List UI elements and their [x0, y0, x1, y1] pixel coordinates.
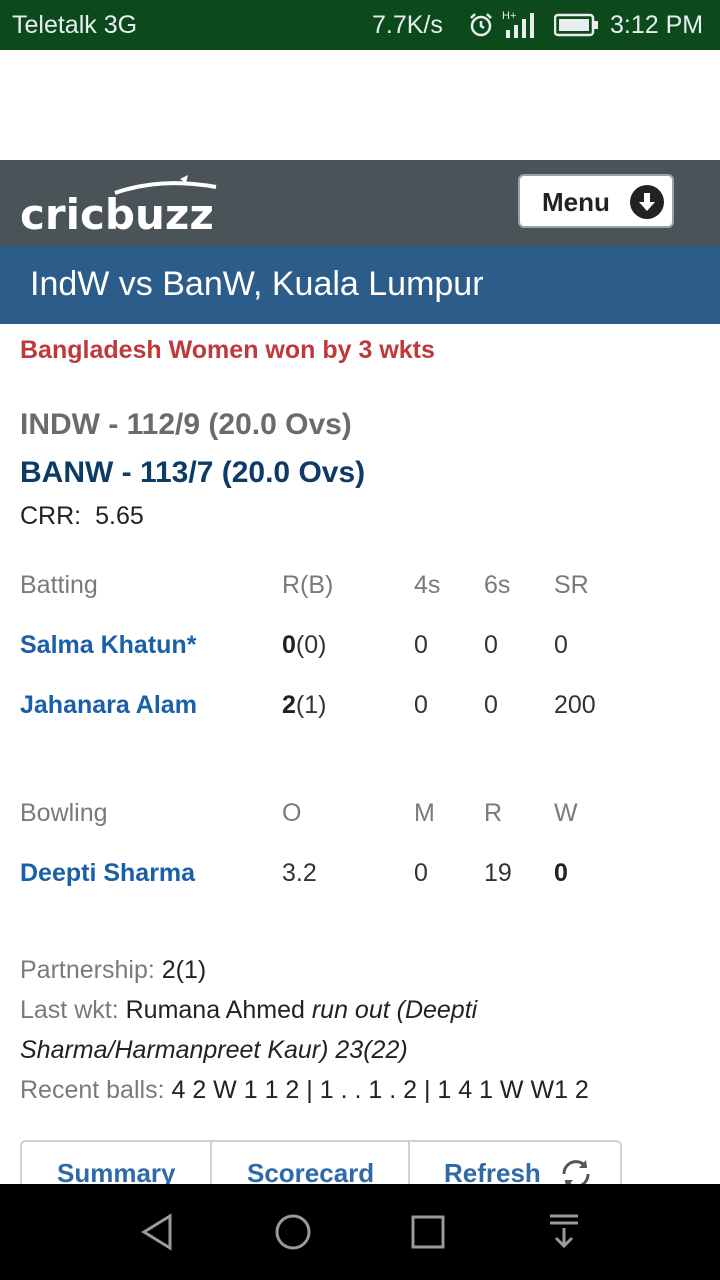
batter-balls: (0): [295, 631, 327, 659]
svg-text:H+: H+: [502, 10, 516, 22]
sixes-header: 6s: [484, 571, 511, 599]
batter-runs-balls: 0(0): [282, 631, 326, 660]
network-speed: 7.7K/s: [372, 11, 443, 39]
status-bar: Teletalk 3G 7.7K/s H+ 3:12 PM: [0, 0, 720, 50]
batter-sixes: 0: [484, 691, 498, 719]
recent-balls-value: 4 2 W 1 1 2 | 1 . . 1 . 2 | 1 4 1 W W1 2: [171, 1076, 589, 1104]
recent-apps-icon[interactable]: [410, 1214, 446, 1250]
runs-conceded-header: R: [484, 799, 503, 827]
bowler-overs: 3.2: [282, 859, 317, 887]
bowler-name-link[interactable]: Deepti Sharma: [20, 859, 195, 888]
batter-balls: (1): [295, 691, 327, 719]
carrier-name: Teletalk 3G: [12, 11, 138, 39]
notification-pull-icon[interactable]: [546, 1212, 582, 1252]
bowler-wickets: 0: [554, 859, 568, 887]
alarm-icon: [470, 13, 492, 37]
match-result: Bangladesh Women won by 3 wkts: [20, 336, 435, 364]
signal-icon: H+: [502, 10, 534, 38]
batter-fours: 0: [414, 691, 428, 719]
last-wicket-dismissal: run out (Deepti: [311, 996, 478, 1024]
innings-first: INDW - 112/9 (20.0 Ovs): [20, 408, 352, 441]
batter-strike-rate: 0: [554, 631, 568, 659]
last-wicket-batter: Rumana Ahmed: [125, 996, 305, 1024]
bowling-header: Bowling: [20, 799, 108, 827]
strike-rate-header: SR: [554, 571, 589, 599]
batter-runs: 0: [282, 631, 296, 659]
last-wicket-dismissal-cont: Sharma/Harmanpreet Kaur) 23(22): [20, 1036, 408, 1064]
current-run-rate: CRR: 5.65: [20, 502, 144, 531]
maidens-header: M: [414, 799, 435, 827]
navigation-bar: [0, 1184, 720, 1280]
home-icon[interactable]: [273, 1212, 313, 1252]
ad-space: [0, 50, 720, 160]
partnership-line: Partnership: 2(1): [20, 950, 680, 990]
batter-runs-balls: 2(1): [282, 691, 326, 720]
runs-balls-header: R(B): [282, 571, 334, 599]
partnership-label: Partnership:: [20, 956, 155, 984]
recent-balls-line: Recent balls: 4 2 W 1 1 2 | 1 . . 1 . 2 …: [20, 1070, 710, 1110]
battery-icon: [554, 13, 598, 37]
bowler-maidens: 0: [414, 859, 428, 887]
innings-second: BANW - 113/7 (20.0 Ovs): [20, 456, 366, 489]
fours-header: 4s: [414, 571, 441, 599]
overs-header: O: [282, 799, 302, 827]
wickets-header: W: [554, 799, 578, 827]
batter-name-link[interactable]: Jahanara Alam: [20, 691, 197, 720]
last-wicket-label: Last wkt:: [20, 996, 119, 1024]
batting-header: Batting: [20, 571, 98, 599]
down-arrow-circle-icon: [630, 185, 664, 219]
batter-strike-rate: 200: [554, 691, 596, 719]
batter-name-link[interactable]: Salma Khatun*: [20, 631, 196, 660]
clock-time: 3:12 PM: [610, 11, 704, 39]
cricbuzz-logo[interactable]: cricbuzz: [20, 175, 225, 237]
bowler-runs: 19: [484, 859, 512, 887]
last-wicket-line: Last wkt: Rumana Ahmed run out (Deepti S…: [20, 990, 700, 1070]
logo-text: cricbuzz: [20, 190, 214, 237]
match-title-bar: IndW vs BanW, Kuala Lumpur: [0, 246, 720, 324]
back-icon[interactable]: [138, 1212, 178, 1252]
crr-label: CRR:: [20, 502, 82, 530]
recent-balls-label: Recent balls:: [20, 1076, 165, 1104]
match-title: IndW vs BanW, Kuala Lumpur: [30, 265, 484, 303]
menu-button[interactable]: Menu: [518, 174, 674, 228]
batter-fours: 0: [414, 631, 428, 659]
partnership-value: 2(1): [161, 956, 207, 984]
batter-sixes: 0: [484, 631, 498, 659]
crr-value: 5.65: [95, 502, 144, 530]
batter-runs: 2: [282, 691, 296, 719]
menu-label: Menu: [542, 187, 610, 217]
